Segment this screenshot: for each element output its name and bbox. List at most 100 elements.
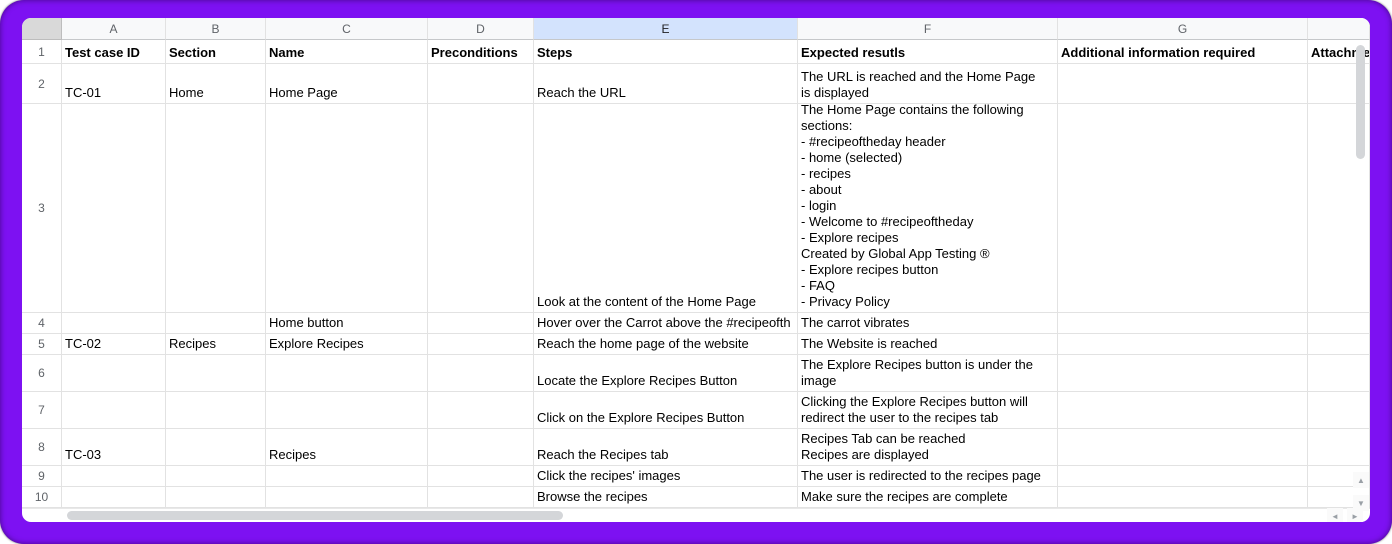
row-header-10[interactable]: 10 bbox=[22, 487, 62, 508]
cell-D7[interactable] bbox=[428, 392, 534, 429]
cell-B1[interactable]: Section bbox=[166, 40, 266, 64]
vertical-scrollbar-thumb[interactable] bbox=[1356, 45, 1365, 159]
cell-E4[interactable]: Hover over the Carrot above the #recipeo… bbox=[534, 313, 798, 334]
cell-A6[interactable] bbox=[62, 355, 166, 392]
cell-H6[interactable] bbox=[1308, 355, 1370, 392]
cell-A3[interactable] bbox=[62, 104, 166, 313]
cell-D6[interactable] bbox=[428, 355, 534, 392]
cell-C7[interactable] bbox=[266, 392, 428, 429]
cell-C2[interactable]: Home Page bbox=[266, 64, 428, 104]
column-header-C[interactable]: C bbox=[266, 18, 428, 40]
cell-D1[interactable]: Preconditions bbox=[428, 40, 534, 64]
cell-C6[interactable] bbox=[266, 355, 428, 392]
cell-E6[interactable]: Locate the Explore Recipes Button bbox=[534, 355, 798, 392]
column-header-F[interactable]: F bbox=[798, 18, 1058, 40]
cell-H7[interactable] bbox=[1308, 392, 1370, 429]
cell-D9[interactable] bbox=[428, 466, 534, 487]
cell-F5[interactable]: The Website is reached bbox=[798, 334, 1058, 355]
scroll-right-icon[interactable]: ► bbox=[1347, 508, 1363, 522]
cell-E8[interactable]: Reach the Recipes tab bbox=[534, 429, 798, 466]
cell-A5[interactable]: TC-02 bbox=[62, 334, 166, 355]
cell-B6[interactable] bbox=[166, 355, 266, 392]
column-header-strip: ABCDEFG bbox=[22, 18, 1370, 40]
scroll-left-icon[interactable]: ◄ bbox=[1327, 508, 1343, 522]
cell-B5[interactable]: Recipes bbox=[166, 334, 266, 355]
cell-C4[interactable]: Home button bbox=[266, 313, 428, 334]
cell-E9[interactable]: Click the recipes' images bbox=[534, 466, 798, 487]
cell-E3[interactable]: Look at the content of the Home Page bbox=[534, 104, 798, 313]
cell-D10[interactable] bbox=[428, 487, 534, 508]
cell-A2[interactable]: TC-01 bbox=[62, 64, 166, 104]
cell-C8[interactable]: Recipes bbox=[266, 429, 428, 466]
cell-F7[interactable]: Clicking the Explore Recipes button will… bbox=[798, 392, 1058, 429]
cell-E10[interactable]: Browse the recipes bbox=[534, 487, 798, 508]
scroll-up-icon[interactable]: ▲ bbox=[1353, 472, 1369, 488]
cell-F9[interactable]: The user is redirected to the recipes pa… bbox=[798, 466, 1058, 487]
column-header-H[interactable] bbox=[1308, 18, 1370, 40]
cell-D5[interactable] bbox=[428, 334, 534, 355]
cell-F8[interactable]: Recipes Tab can be reached Recipes are d… bbox=[798, 429, 1058, 466]
cell-B8[interactable] bbox=[166, 429, 266, 466]
cell-F1[interactable]: Expected resutls bbox=[798, 40, 1058, 64]
cell-B4[interactable] bbox=[166, 313, 266, 334]
cell-H8[interactable] bbox=[1308, 429, 1370, 466]
cell-G10[interactable] bbox=[1058, 487, 1308, 508]
row-header-8[interactable]: 8 bbox=[22, 429, 62, 466]
cell-F3[interactable]: The Home Page contains the following sec… bbox=[798, 104, 1058, 313]
cell-B10[interactable] bbox=[166, 487, 266, 508]
column-header-E[interactable]: E bbox=[534, 18, 798, 40]
cell-D8[interactable] bbox=[428, 429, 534, 466]
cell-G4[interactable] bbox=[1058, 313, 1308, 334]
cell-G3[interactable] bbox=[1058, 104, 1308, 313]
cell-D4[interactable] bbox=[428, 313, 534, 334]
column-header-D[interactable]: D bbox=[428, 18, 534, 40]
row-header-4[interactable]: 4 bbox=[22, 313, 62, 334]
cell-G8[interactable] bbox=[1058, 429, 1308, 466]
cell-B2[interactable]: Home bbox=[166, 64, 266, 104]
cell-G7[interactable] bbox=[1058, 392, 1308, 429]
cell-G5[interactable] bbox=[1058, 334, 1308, 355]
cell-F6[interactable]: The Explore Recipes button is under the … bbox=[798, 355, 1058, 392]
row-header-1[interactable]: 1 bbox=[22, 40, 62, 64]
row-header-5[interactable]: 5 bbox=[22, 334, 62, 355]
cell-E5[interactable]: Reach the home page of the website bbox=[534, 334, 798, 355]
cell-A1[interactable]: Test case ID bbox=[62, 40, 166, 64]
cell-H4[interactable] bbox=[1308, 313, 1370, 334]
cell-B3[interactable] bbox=[166, 104, 266, 313]
cell-D3[interactable] bbox=[428, 104, 534, 313]
select-all-corner[interactable] bbox=[22, 18, 62, 40]
cell-A7[interactable] bbox=[62, 392, 166, 429]
column-header-G[interactable]: G bbox=[1058, 18, 1308, 40]
cell-E7[interactable]: Click on the Explore Recipes Button bbox=[534, 392, 798, 429]
cell-H5[interactable] bbox=[1308, 334, 1370, 355]
column-header-A[interactable]: A bbox=[62, 18, 166, 40]
cell-B7[interactable] bbox=[166, 392, 266, 429]
cell-F4[interactable]: The carrot vibrates bbox=[798, 313, 1058, 334]
horizontal-scrollbar-thumb[interactable] bbox=[67, 511, 563, 520]
cell-C10[interactable] bbox=[266, 487, 428, 508]
row-header-6[interactable]: 6 bbox=[22, 355, 62, 392]
cell-G6[interactable] bbox=[1058, 355, 1308, 392]
cell-F2[interactable]: The URL is reached and the Home Page is … bbox=[798, 64, 1058, 104]
row-header-7[interactable]: 7 bbox=[22, 392, 62, 429]
cell-C1[interactable]: Name bbox=[266, 40, 428, 64]
row-header-2[interactable]: 2 bbox=[22, 64, 62, 104]
cell-C9[interactable] bbox=[266, 466, 428, 487]
cell-A10[interactable] bbox=[62, 487, 166, 508]
cell-A8[interactable]: TC-03 bbox=[62, 429, 166, 466]
cell-G2[interactable] bbox=[1058, 64, 1308, 104]
column-header-B[interactable]: B bbox=[166, 18, 266, 40]
cell-D2[interactable] bbox=[428, 64, 534, 104]
row-header-9[interactable]: 9 bbox=[22, 466, 62, 487]
cell-G1[interactable]: Additional information required bbox=[1058, 40, 1308, 64]
cell-F10[interactable]: Make sure the recipes are complete bbox=[798, 487, 1058, 508]
cell-E2[interactable]: Reach the URL bbox=[534, 64, 798, 104]
row-header-3[interactable]: 3 bbox=[22, 104, 62, 313]
cell-E1[interactable]: Steps bbox=[534, 40, 798, 64]
cell-C3[interactable] bbox=[266, 104, 428, 313]
cell-C5[interactable]: Explore Recipes bbox=[266, 334, 428, 355]
cell-A4[interactable] bbox=[62, 313, 166, 334]
cell-B9[interactable] bbox=[166, 466, 266, 487]
cell-A9[interactable] bbox=[62, 466, 166, 487]
cell-G9[interactable] bbox=[1058, 466, 1308, 487]
